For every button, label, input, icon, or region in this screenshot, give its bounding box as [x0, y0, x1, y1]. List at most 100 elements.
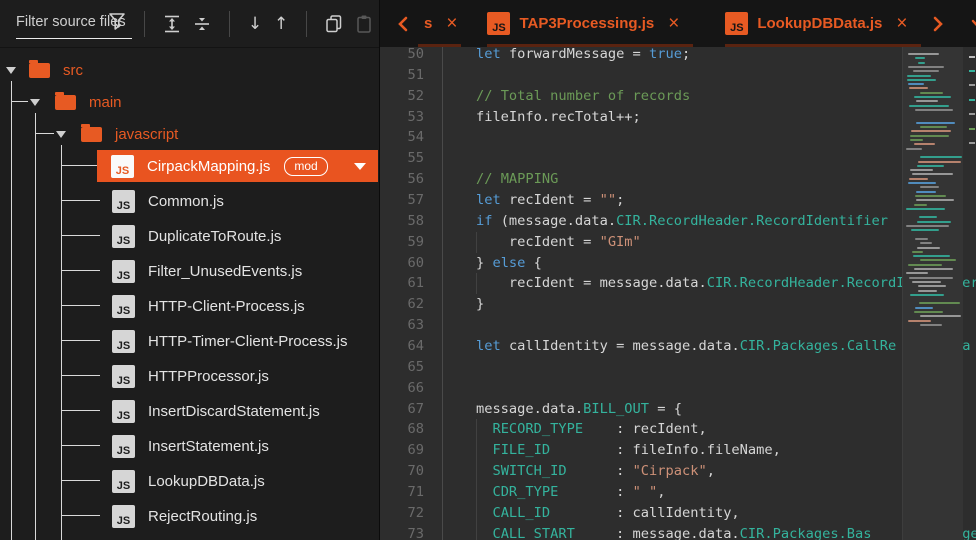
line-number: 66 [407, 379, 424, 396]
code-line-59: recIdent = "GIm" [443, 231, 976, 253]
line-number: 69 [407, 442, 424, 459]
minimap-line [912, 280, 941, 283]
tabs-list-dropdown-icon[interactable] [971, 0, 976, 47]
minimap-line [914, 143, 935, 146]
minimap-line [914, 96, 951, 98]
minimap-line [908, 83, 924, 86]
overview-ruler-mark [969, 84, 975, 86]
collapse-toggle-icon[interactable] [6, 66, 16, 74]
tree-folder-main[interactable]: main [0, 86, 122, 118]
js-file-icon: JS [112, 329, 135, 353]
arrow-down-icon[interactable]: ↓ [247, 13, 263, 35]
minimap-line [909, 87, 928, 90]
code-token: CALL_ID [492, 504, 551, 521]
code-token: " " [632, 484, 658, 501]
tree-file-InsertDiscardStatement.js[interactable]: JS InsertDiscardStatement.js [112, 394, 320, 429]
copy-icon[interactable] [324, 13, 344, 35]
line-number: 73 [407, 525, 424, 540]
paste-icon[interactable] [354, 13, 374, 35]
minimap-line [915, 57, 925, 60]
minimap-line [920, 126, 947, 129]
code-token: "" [599, 192, 617, 209]
overview-ruler-mark [969, 70, 975, 72]
tab-LookupDBData.js[interactable]: JS LookupDBData.js × [725, 0, 922, 47]
minimap-line [908, 182, 936, 184]
close-tab-icon[interactable]: × [668, 14, 679, 33]
tree-file-Filter_UnusedEvents.js[interactable]: JS Filter_UnusedEvents.js [112, 254, 302, 289]
expand-rows-icon[interactable] [162, 13, 182, 35]
tree-file-HTTP-Timer-Client-Process.js[interactable]: JS HTTP-Timer-Client-Process.js [112, 324, 347, 359]
code-line-69: FILE_ID : fileInfo.fileName, [443, 440, 976, 462]
code-token: SWITCH_ID [492, 463, 567, 480]
minimap-line [920, 259, 956, 262]
tree-file-InsertStatement.js[interactable]: JS InsertStatement.js [112, 429, 269, 464]
minimap-line [908, 65, 944, 68]
editor-tab-bar: s × JS TAP3Processing.js × JS LookupDBData.j… [380, 0, 976, 47]
tabs-scroll-left-icon[interactable] [396, 0, 410, 47]
close-tab-icon[interactable]: × [446, 14, 457, 33]
js-file-icon: JS [487, 11, 511, 35]
arrow-up-icon[interactable]: ↑ [273, 13, 289, 35]
minimap-line [917, 246, 940, 249]
tree-folder-src[interactable]: src [0, 54, 83, 86]
minimap-line [912, 173, 953, 176]
code-token: forwardMessage = [500, 47, 650, 62]
file-actions-dropdown-icon[interactable] [353, 162, 366, 170]
tree-file-DuplicateToRoute.js[interactable]: JS DuplicateToRoute.js [112, 219, 281, 254]
tree-file-Common.js[interactable]: JS Common.js [112, 184, 224, 219]
indent-guide [476, 419, 477, 441]
close-tab-icon[interactable]: × [896, 14, 907, 33]
code-line-72: CALL_ID : callIdentity, [443, 502, 976, 524]
line-number: 52 [407, 87, 424, 104]
tab-TAP3Processing.js[interactable]: JS TAP3Processing.js × [487, 0, 694, 47]
minimap-line [916, 121, 955, 124]
tab-overflow-partial[interactable]: s × [418, 0, 462, 47]
file-label: Common.js [148, 192, 224, 210]
minimap-line [908, 263, 942, 266]
code-editor[interactable]: 50 51 52 53 54 55 56 57 58 59 60 61 62 63 64 65 66 67 68 69… [380, 47, 976, 540]
minimap-line [918, 289, 937, 292]
overview-ruler-mark [969, 128, 975, 130]
tree-folder-javascript[interactable]: javascript [0, 118, 178, 150]
line-number: 59 [407, 233, 424, 250]
code-token: , [657, 484, 666, 501]
tree-file-HTTPProcessor.js[interactable]: JS HTTPProcessor.js [112, 359, 269, 394]
tree-file-RejectRouting.js[interactable]: JS RejectRouting.js [112, 499, 257, 534]
collapse-toggle-icon[interactable] [30, 98, 40, 106]
tree-guide-line [61, 445, 100, 446]
minimap-line [913, 255, 950, 258]
filter-source-files-input[interactable]: Filter source files [16, 7, 133, 41]
tree-file-selected-CirpackMapping.js[interactable]: JS CirpackMapping.js mod [97, 150, 378, 182]
tab-label: TAP3Processing.js [519, 14, 655, 32]
tree-file-HTTP-Client-Process.js[interactable]: JS HTTP-Client-Process.js [112, 289, 305, 324]
js-file-icon: JS [112, 469, 135, 493]
code-token: recIdent = [443, 233, 600, 250]
line-number: 57 [407, 192, 424, 209]
collapse-toggle-icon[interactable] [56, 130, 66, 138]
source-files-panel: Filter source files ↓ ↑ src main javascr… [0, 0, 380, 540]
minimap[interactable] [902, 47, 963, 540]
tree-guide-line [61, 235, 100, 236]
collapse-rows-icon[interactable] [192, 13, 212, 35]
minimap-line [920, 242, 932, 245]
indent-guide [476, 461, 477, 483]
tabs-scroll-right-icon[interactable] [931, 0, 945, 47]
filter-icon[interactable] [108, 11, 128, 38]
code-token: // MAPPING [475, 171, 559, 188]
line-number: 60 [407, 254, 424, 271]
code-area[interactable]: let forwardMessage = true; // Total numb… [443, 47, 976, 540]
tree-file-LookupDBData.js[interactable]: JS LookupDBData.js [112, 464, 265, 499]
js-file-icon: JS [111, 154, 134, 178]
code-token: : fileInfo.fileName, [550, 442, 781, 459]
js-file-icon: JS [112, 434, 135, 458]
minimap-line [920, 91, 943, 94]
code-token: : recIdent, [583, 421, 707, 438]
minimap-line [912, 250, 923, 253]
js-file-icon: JS [112, 259, 135, 283]
minimap-line [916, 199, 954, 202]
